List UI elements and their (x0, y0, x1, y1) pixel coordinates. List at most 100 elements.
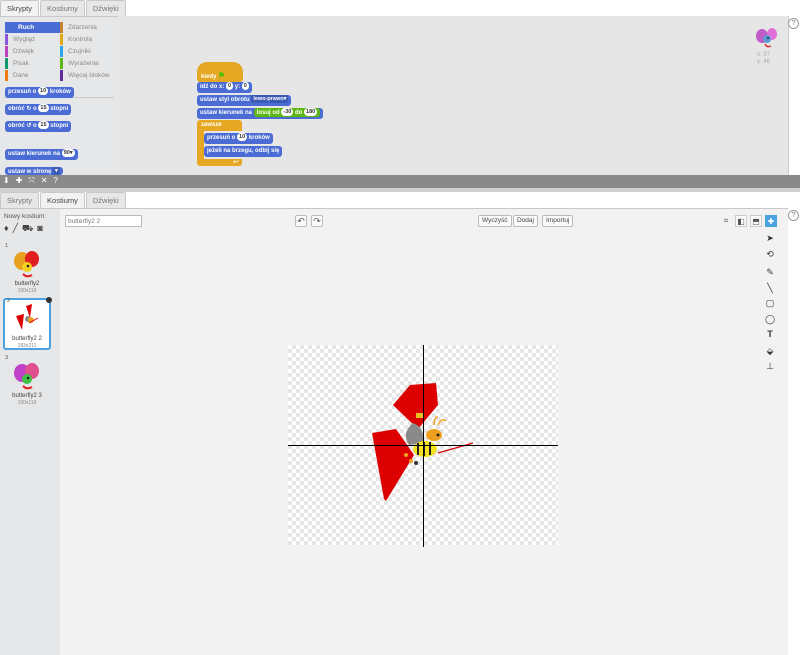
block-label: kroków (49, 89, 71, 95)
rectangle-tool-icon[interactable]: ▢ (764, 297, 776, 309)
category-6[interactable]: Pisak (5, 58, 60, 69)
block-label: o (33, 123, 37, 129)
block-label: kiedy (201, 74, 217, 80)
redo-button[interactable]: ↷ (311, 215, 323, 227)
category-list: Ruch Zdarzenia Wygląd Kontrola Dźwięk Czujnik… (5, 22, 115, 81)
upload-icon[interactable]: ⛟ (22, 223, 33, 235)
cut-icon[interactable]: ✚ (16, 176, 23, 186)
costume-thumbnail (16, 304, 39, 330)
block-point-direction[interactable]: ustaw kierunek na 90▾ (5, 149, 78, 160)
block-input[interactable]: -30 (281, 108, 294, 116)
block-label: idź do x: (200, 84, 225, 90)
block-label: losuj od (256, 110, 280, 116)
sprite-x-readout: x: 97 (757, 52, 771, 58)
costume-name: butterfly2 (14, 281, 40, 287)
pane-border (788, 16, 789, 175)
select-tool-icon[interactable]: ➤ (764, 232, 776, 244)
category-2[interactable]: Wygląd (5, 34, 60, 45)
block-input[interactable]: 10 (38, 87, 49, 95)
center-guide-horizontal (288, 445, 558, 446)
tab-costumes[interactable]: Kostiumy (40, 0, 85, 16)
costume-size: 183x211 (17, 343, 37, 349)
redo-icon: ↷ (313, 216, 321, 226)
help-icon[interactable]: ? (788, 18, 799, 29)
block-move-steps-forever[interactable]: przesuń o 10 kroków (204, 133, 273, 144)
help-icon[interactable]: ? (788, 210, 799, 221)
shrink-icon[interactable]: ✕ (41, 176, 48, 186)
reshape-tool-icon[interactable]: ⟲ (764, 248, 776, 260)
block-move-steps[interactable]: przesuń o 10 kroków (5, 87, 74, 98)
costume-thumbnail (14, 251, 39, 278)
category-7[interactable]: Wyrażenia (60, 58, 115, 69)
library-icon[interactable]: ♦ (4, 223, 9, 235)
block-input[interactable]: 10 (237, 133, 248, 141)
block-label: obróć (8, 106, 25, 112)
undo-icon: ↶ (297, 216, 305, 226)
category-3[interactable]: Kontrola (60, 34, 115, 45)
block-dropdown[interactable]: ▾ (53, 167, 60, 175)
block-pick-random[interactable]: losuj od -30 do 180 (253, 108, 321, 117)
block-label: ustaw kierunek na (200, 110, 253, 116)
flip-horizontal-icon[interactable]: ◧ (735, 215, 747, 227)
flip-vertical-icon[interactable]: ⬒ (750, 215, 762, 227)
add-button[interactable]: Dodaj (513, 215, 538, 227)
block-turn-right[interactable]: obróć ↻ o 15 stopni (5, 104, 72, 115)
stamp-tool-icon[interactable]: ⊥ (764, 360, 776, 372)
tab-sounds[interactable]: Dźwięki (85, 192, 126, 208)
tab-costumes[interactable]: Kostiumy (40, 192, 85, 208)
block-when-flag-clicked[interactable]: kiedy ⚑ (197, 62, 243, 82)
duplicate-icon[interactable]: ⬇ (3, 176, 10, 186)
category-8[interactable]: Dane (5, 70, 60, 81)
block-label: jeżeli na brzegu, odbij się (207, 148, 280, 154)
category-5[interactable]: Czujniki (60, 46, 115, 57)
block-input[interactable]: 180 (304, 108, 318, 116)
block-rotation-style[interactable]: ustaw styl obrotu lewo-prawo▾ (197, 95, 292, 106)
block-bounce-on-edge[interactable]: jeżeli na brzegu, odbij się (204, 146, 283, 157)
tab-scripts[interactable]: Skrypty (0, 0, 40, 16)
block-input[interactable]: 0 (226, 82, 234, 90)
fill-tool-icon[interactable]: ⬙ (764, 345, 776, 357)
block-input[interactable]: 15 (38, 104, 49, 112)
block-input[interactable]: 0 (241, 82, 249, 90)
crop-icon[interactable]: ⌗ (720, 215, 732, 227)
import-button[interactable]: Importuj (542, 215, 574, 227)
tab-scripts[interactable]: Skrypty (0, 192, 40, 208)
new-costume-label: Nowy kostium: (4, 213, 47, 220)
block-input[interactable]: 90▾ (61, 149, 75, 157)
undo-button[interactable]: ↶ (295, 215, 307, 227)
sprite-y-readout: y: 46 (757, 59, 771, 65)
set-center-icon[interactable]: ✚ (765, 215, 777, 227)
category-0[interactable]: Ruch (5, 22, 60, 33)
costume-size: 100x110 (17, 288, 37, 294)
help-tool-icon[interactable]: ? (54, 176, 58, 186)
block-palette: Ruch Zdarzenia Wygląd Kontrola Dźwięk Czujnik… (0, 16, 118, 175)
center-guide-vertical (423, 345, 424, 547)
costume-item-3[interactable]: 3 butterfly2 3 100x110 (3, 355, 51, 409)
block-dropdown[interactable]: lewo-prawo▾ (251, 95, 289, 103)
category-9[interactable]: Więcej bloków (60, 70, 115, 81)
block-turn-left[interactable]: obróć ↺ o 15 stopni (5, 121, 72, 132)
paint-brush-icon[interactable]: ╱ (13, 223, 18, 235)
sprite-thumbnail (756, 28, 777, 48)
category-4[interactable]: Dźwięk (5, 46, 60, 57)
block-label: zawsze (201, 122, 222, 128)
costume-item-2[interactable]: 2 butterfly2 2 183x211 (3, 297, 52, 350)
tab-sounds[interactable]: Dźwięki (85, 0, 126, 16)
text-tool-icon[interactable]: T (764, 328, 776, 340)
ellipse-tool-icon[interactable]: ◯ (764, 313, 776, 325)
delete-costume-icon[interactable] (46, 297, 52, 303)
camera-icon[interactable]: ◙ (37, 223, 42, 235)
block-input[interactable]: 15 (38, 121, 49, 129)
costume-item-1[interactable]: 1 butterfly2 100x110 (3, 243, 51, 297)
clear-button[interactable]: Wyczyść (478, 215, 512, 227)
grow-icon[interactable]: ⤧ (28, 176, 34, 186)
costume-name-input[interactable] (65, 215, 142, 227)
block-goto-xy[interactable]: idź do x: 0 y: 0 (197, 82, 252, 93)
block-point-towards[interactable]: ustaw w stronę ▾ (5, 167, 63, 175)
line-tool-icon[interactable]: ╲ (764, 282, 776, 294)
block-label: kroków (248, 135, 270, 141)
costume-size: 100x110 (17, 400, 37, 406)
category-1[interactable]: Zdarzenia (60, 22, 115, 33)
pencil-tool-icon[interactable]: ✎ (764, 266, 776, 278)
block-point-direction-random[interactable]: ustaw kierunek na losuj od -30 do 180 (197, 108, 324, 119)
